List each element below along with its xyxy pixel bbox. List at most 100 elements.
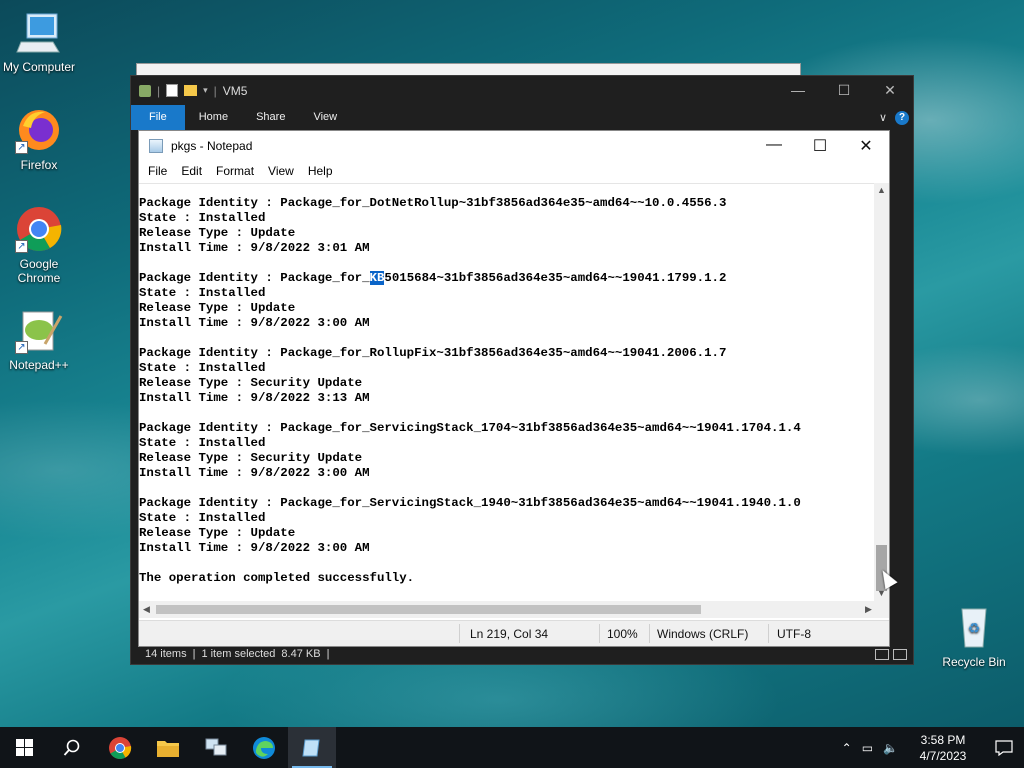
shortcut-arrow-icon: ↗: [15, 341, 28, 354]
details-view-icon[interactable]: [875, 648, 889, 660]
network-status-icon[interactable]: ▭: [862, 741, 873, 755]
selection-size: 8.47 KB: [281, 648, 321, 660]
taskbar-file-explorer[interactable]: [144, 727, 192, 768]
horizontal-scroll-thumb[interactable]: [156, 605, 701, 614]
text-line: Release Type : Update: [139, 226, 296, 240]
cursor-position: Ln 219, Col 34: [470, 627, 549, 641]
menu-view[interactable]: View: [261, 161, 301, 181]
tab-view[interactable]: View: [299, 105, 351, 130]
tab-home[interactable]: Home: [185, 105, 242, 130]
large-icons-view-icon[interactable]: [893, 648, 907, 660]
item-count: 14 items: [145, 648, 187, 660]
text-line: State : Installed: [139, 286, 266, 300]
document-text: Package Identity : Package_for_DotNetRol…: [139, 184, 876, 586]
status-divider: [649, 624, 650, 643]
maximize-icon[interactable]: ☐: [821, 82, 867, 99]
help-icon[interactable]: ?: [895, 110, 909, 125]
tab-share[interactable]: Share: [242, 105, 299, 130]
text-line: Install Time : 9/8/2022 3:01 AM: [139, 241, 370, 255]
text-editor-area[interactable]: Package Identity : Package_for_DotNetRol…: [139, 183, 876, 601]
desktop-icon-recycle-bin[interactable]: ♻ Recycle Bin: [936, 603, 1012, 669]
text-line: Package Identity : Package_for_DotNetRol…: [139, 196, 727, 210]
desktop-icon-my-computer[interactable]: My Computer: [1, 8, 77, 74]
horizontal-scrollbar[interactable]: ◀ ▶: [139, 601, 876, 618]
search-button[interactable]: [48, 727, 96, 768]
text-line: State : Installed: [139, 211, 266, 225]
desktop-icon-chrome[interactable]: ↗ Google Chrome: [1, 205, 77, 285]
explorer-status-bar: 14 items | 1 item selected 8.47 KB |: [131, 644, 913, 664]
show-hidden-icons-icon[interactable]: ⌃: [842, 741, 852, 755]
taskbar-notepad[interactable]: [288, 727, 336, 768]
minimize-icon[interactable]: —: [775, 82, 821, 99]
line-ending: Windows (CRLF): [657, 627, 749, 641]
text-line: Install Time : 9/8/2022 3:13 AM: [139, 391, 370, 405]
text-line: [139, 256, 876, 271]
desktop-icon-notepadpp[interactable]: ↗ Notepad++: [1, 306, 77, 372]
text-line: Install Time : 9/8/2022 3:00 AM: [139, 316, 370, 330]
explorer-title: VM5: [222, 83, 248, 98]
network-computers-icon: [205, 738, 227, 755]
menu-format[interactable]: Format: [209, 161, 261, 181]
separator: |: [213, 83, 217, 98]
customize-qa-icon[interactable]: ▾: [203, 85, 208, 96]
taskbar-chrome[interactable]: [96, 727, 144, 768]
volume-icon[interactable]: 🔈: [883, 741, 898, 755]
taskbar-network-app[interactable]: [192, 727, 240, 768]
recycle-bin-icon: ♻: [950, 603, 998, 651]
minimize-icon[interactable]: —: [751, 136, 797, 156]
menu-edit[interactable]: Edit: [174, 161, 209, 181]
menu-file[interactable]: File: [141, 161, 174, 181]
explorer-app-icon: [139, 84, 151, 97]
explorer-title-bar[interactable]: | ▾ | VM5 — ☐ ✕: [131, 76, 913, 105]
encoding: UTF-8: [777, 627, 811, 641]
scroll-up-icon[interactable]: ▲: [874, 183, 889, 198]
maximize-icon[interactable]: ☐: [797, 136, 843, 156]
vertical-scrollbar[interactable]: ▲ ▼: [874, 183, 889, 601]
notepad-title-bar[interactable]: pkgs - Notepad — ☐ ✕: [139, 131, 889, 161]
selection-count: 1 item selected: [201, 648, 276, 660]
text-block-post: State : Installed Release Type : Update In…: [139, 286, 876, 586]
desktop-icon-label: My Computer: [2, 60, 76, 74]
text-line: Package Identity : Package_for_RollupFix…: [139, 346, 727, 360]
properties-icon[interactable]: [166, 84, 179, 97]
text-line: Install Time : 9/8/2022 3:00 AM: [139, 541, 370, 555]
text-line: Release Type : Security Update: [139, 451, 363, 465]
close-icon[interactable]: ✕: [867, 82, 913, 99]
desktop-icon-label: Google Chrome: [17, 257, 61, 285]
selected-text: KB: [369, 271, 385, 285]
taskbar-edge[interactable]: [240, 727, 288, 768]
firefox-icon: ↗: [15, 106, 63, 154]
desktop-icon-firefox[interactable]: ↗ Firefox: [1, 106, 77, 172]
new-folder-icon[interactable]: [184, 85, 198, 96]
expand-ribbon-icon[interactable]: ∨: [879, 111, 887, 124]
separator: |: [157, 83, 161, 98]
zoom-level: 100%: [607, 627, 638, 641]
menu-help[interactable]: Help: [301, 161, 340, 181]
start-button[interactable]: [0, 727, 48, 768]
clock-time: 3:58 PM: [920, 732, 966, 747]
tab-file[interactable]: File: [131, 105, 185, 130]
notepad-icon: [302, 739, 320, 756]
text-block-pre: Package Identity : Package_for_DotNetRol…: [139, 196, 876, 271]
taskbar: ⌃ ▭ 🔈 3:58 PM 4/7/2023: [0, 727, 1024, 768]
separator: |: [192, 648, 196, 660]
text-line: State : Installed: [139, 436, 266, 450]
system-tray: ⌃ ▭ 🔈 3:58 PM 4/7/2023: [842, 732, 984, 764]
notepad-menu-bar: File Edit Format View Help: [139, 161, 889, 181]
desktop-icon-label: Firefox: [20, 158, 58, 172]
text-line: The operation completed successfully.: [139, 571, 415, 585]
status-divider: [459, 624, 460, 643]
notepad-status-bar: Ln 219, Col 34 100% Windows (CRLF) UTF-8: [139, 620, 889, 646]
computer-icon: [15, 8, 63, 56]
folder-icon: [157, 740, 179, 757]
notepad-window[interactable]: pkgs - Notepad — ☐ ✕ File Edit Format Vi…: [138, 130, 890, 647]
notification-center-button[interactable]: [984, 727, 1024, 768]
close-icon[interactable]: ✕: [843, 136, 889, 156]
scroll-left-icon[interactable]: ◀: [139, 601, 154, 618]
scrollbar-corner: [874, 601, 889, 618]
edge-icon: [253, 736, 275, 759]
notepad-app-icon: [149, 139, 163, 153]
chrome-icon: [109, 736, 132, 759]
text-line: Package Identity : Package_for_Servicing…: [139, 421, 801, 435]
clock[interactable]: 3:58 PM 4/7/2023: [908, 732, 978, 764]
